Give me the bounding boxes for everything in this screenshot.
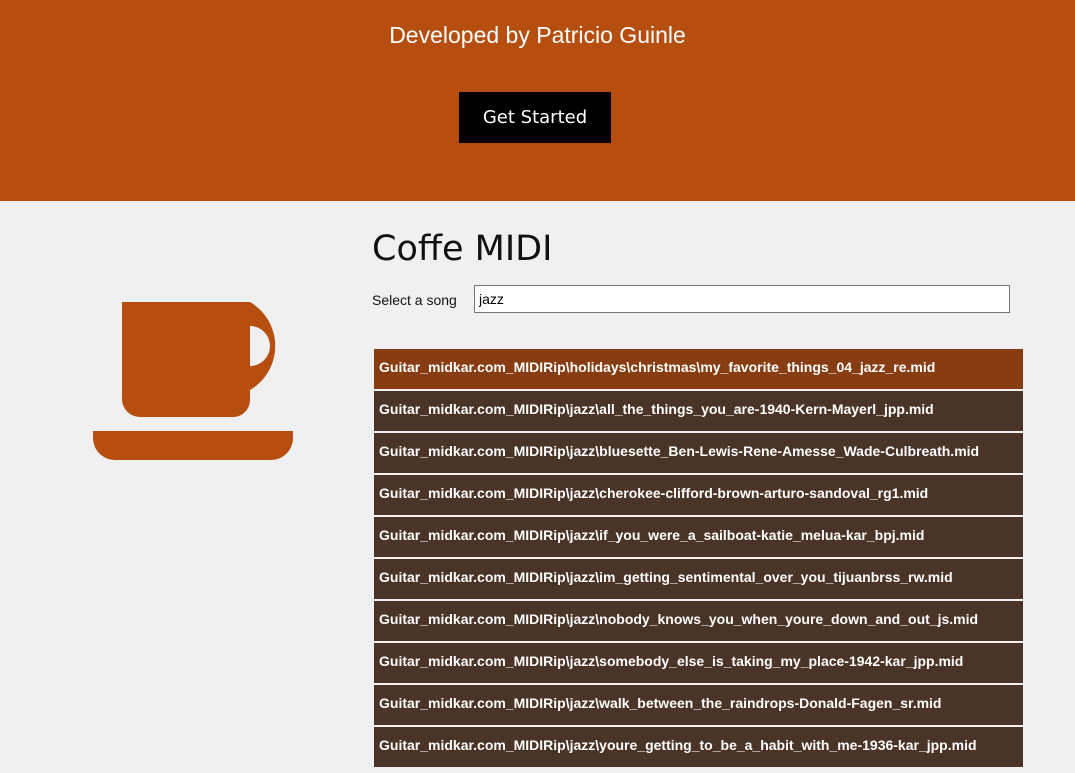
song-search-input[interactable] — [474, 285, 1010, 313]
get-started-button[interactable]: Get Started — [459, 92, 611, 143]
song-result-item[interactable]: Guitar_midkar.com_MIDIRip\jazz\youre_get… — [374, 727, 1023, 767]
song-result-item[interactable]: Guitar_midkar.com_MIDIRip\holidays\chris… — [374, 349, 1023, 389]
song-result-item[interactable]: Guitar_midkar.com_MIDIRip\jazz\walk_betw… — [374, 685, 1023, 725]
developer-credit: Developed by Patricio Guinle — [389, 22, 686, 48]
song-result-item[interactable]: Guitar_midkar.com_MIDIRip\jazz\nobody_kn… — [374, 601, 1023, 641]
page-title: Coffe MIDI — [372, 229, 553, 269]
coffee-cup-icon — [93, 302, 293, 460]
song-result-item[interactable]: Guitar_midkar.com_MIDIRip\jazz\bluesette… — [374, 433, 1023, 473]
song-result-item[interactable]: Guitar_midkar.com_MIDIRip\jazz\if_you_we… — [374, 517, 1023, 557]
search-label: Select a song — [372, 292, 457, 308]
song-result-item[interactable]: Guitar_midkar.com_MIDIRip\jazz\cherokee-… — [374, 475, 1023, 515]
cup-saucer — [93, 431, 293, 460]
song-results-list: Guitar_midkar.com_MIDIRip\holidays\chris… — [374, 349, 1023, 769]
hero-banner: Developed by Patricio Guinle Get Started — [0, 0, 1075, 201]
song-result-item[interactable]: Guitar_midkar.com_MIDIRip\jazz\all_the_t… — [374, 391, 1023, 431]
song-result-item[interactable]: Guitar_midkar.com_MIDIRip\jazz\im_gettin… — [374, 559, 1023, 599]
song-result-item[interactable]: Guitar_midkar.com_MIDIRip\jazz\somebody_… — [374, 643, 1023, 683]
cup-body — [122, 302, 276, 417]
